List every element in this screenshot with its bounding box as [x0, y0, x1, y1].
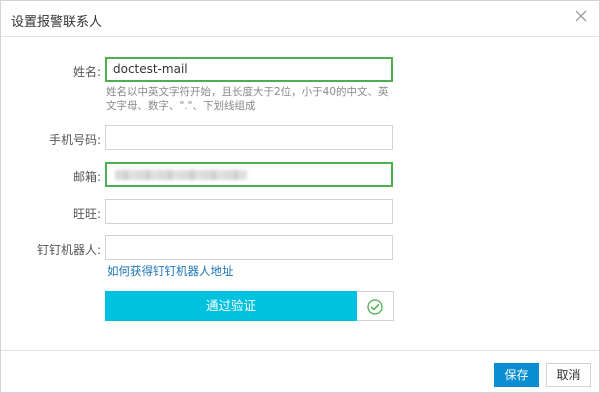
- name-input[interactable]: doctest-mail: [105, 57, 393, 82]
- name-label: 姓名:: [72, 65, 101, 79]
- dialog-header: 设置报警联系人: [1, 1, 599, 37]
- close-icon[interactable]: [573, 8, 589, 24]
- phone-input[interactable]: [105, 125, 393, 150]
- footer-divider: [1, 350, 599, 351]
- redacted-email-value: [115, 170, 247, 180]
- dialog-title: 设置报警联系人: [11, 15, 103, 30]
- verify-button[interactable]: 通过验证: [105, 291, 357, 321]
- save-button[interactable]: 保存: [494, 363, 539, 387]
- email-label: 邮箱:: [72, 170, 101, 184]
- dingtalk-input[interactable]: [105, 235, 393, 260]
- wangwang-input[interactable]: [105, 199, 393, 224]
- name-hint: 姓名以中英文字符开始，且长度大于2位，小于40的中文、英文字母、数字、"."、下…: [106, 86, 389, 112]
- dingtalk-label: 钉钉机器人:: [36, 243, 101, 257]
- email-input[interactable]: [105, 162, 393, 187]
- phone-label: 手机号码:: [48, 133, 101, 147]
- wangwang-label: 旺旺:: [72, 207, 101, 221]
- check-circle-icon: [367, 299, 383, 315]
- dingtalk-help-link[interactable]: 如何获得钉钉机器人地址: [107, 263, 234, 279]
- cancel-button[interactable]: 取消: [546, 363, 591, 387]
- alert-contact-dialog: 设置报警联系人 姓名: doctest-mail 姓名以中英文字符开始，且长度大…: [0, 0, 600, 393]
- verify-status: [357, 291, 394, 321]
